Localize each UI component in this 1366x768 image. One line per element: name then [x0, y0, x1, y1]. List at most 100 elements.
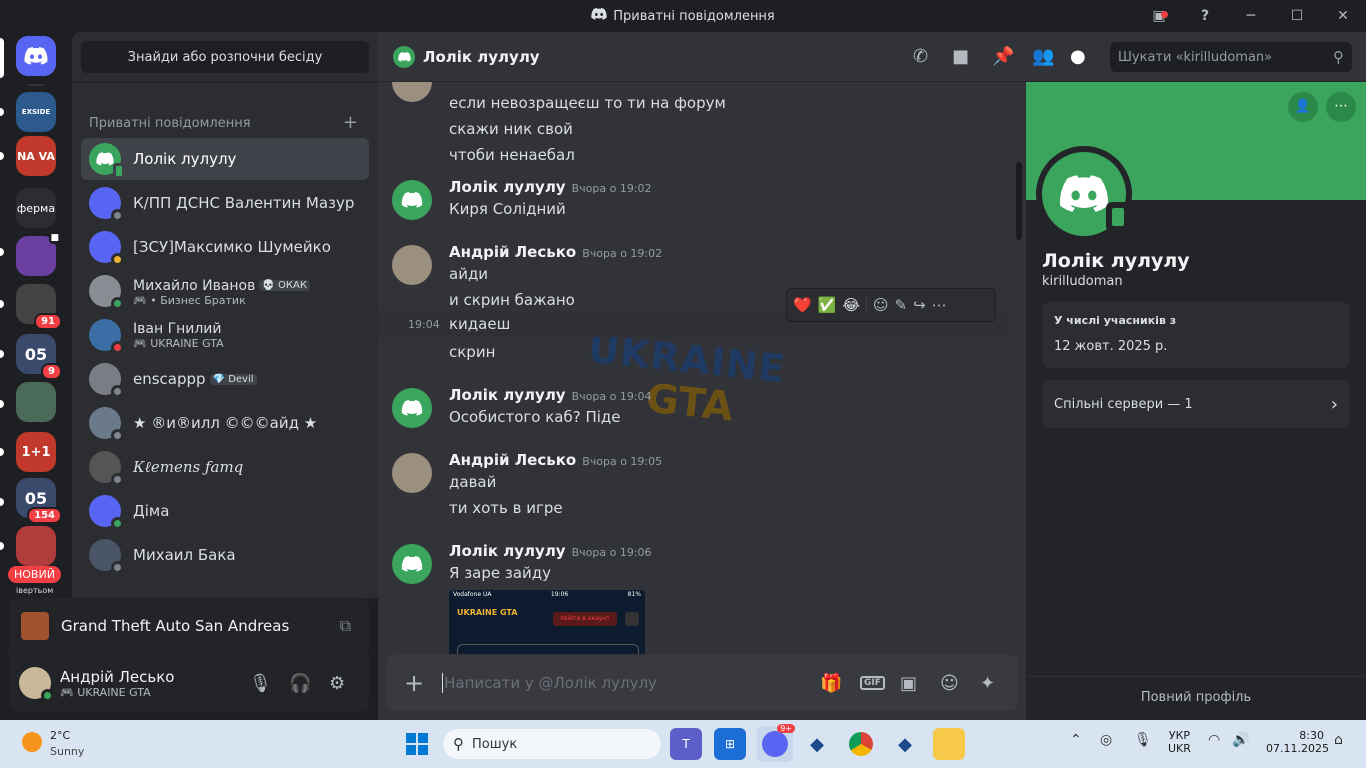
- dm-item[interactable]: enscappp 💎 Devil: [81, 358, 369, 400]
- reaction-heart[interactable]: ❤️: [793, 296, 812, 314]
- inbox-icon[interactable]: ▣: [1136, 8, 1182, 24]
- volume-icon[interactable]: 🔊: [1232, 732, 1249, 748]
- microphone-icon[interactable]: 🎙: [249, 673, 272, 694]
- dm-item[interactable]: ★ ®и®илл ©©©айд ★: [81, 402, 369, 444]
- add-friend-icon[interactable]: 👤: [1288, 92, 1318, 122]
- message-input[interactable]: Написати у @Лолік лулулу: [444, 674, 657, 692]
- search-input[interactable]: Шукати «kirilludoman» ⚲: [1110, 42, 1352, 72]
- settings-gear-icon[interactable]: ⚙: [329, 673, 345, 694]
- dm-name: Кℓemenѕ ƒamq: [133, 457, 244, 476]
- server-car[interactable]: 91: [16, 284, 62, 330]
- author-name[interactable]: Андрій Лесько Вчора о 19:05: [449, 451, 662, 469]
- message-input-bar: + Написати у @Лолік лулулу 🎁 GIF ▣ ☺ ✦: [386, 655, 1018, 711]
- add-dm-icon[interactable]: +: [343, 114, 358, 132]
- dm-item[interactable]: К/ПП ДСНС Валентин Мазур: [81, 182, 369, 224]
- tray-mic-icon[interactable]: 🎙: [1134, 732, 1152, 748]
- author-name[interactable]: Лолік лулулу Вчора о 19:06: [449, 542, 652, 560]
- server-exside[interactable]: EXSIDE: [16, 92, 56, 132]
- server-1plus1[interactable]: 1+1: [16, 432, 56, 472]
- file-explorer-icon[interactable]: [933, 728, 965, 760]
- add-reaction-icon[interactable]: ☺: [873, 296, 889, 314]
- author-avatar[interactable]: [392, 544, 432, 584]
- author-name[interactable]: Лолік лулулу Вчора о 19:02: [449, 178, 652, 196]
- close-button[interactable]: ✕: [1320, 8, 1366, 24]
- weather-desc[interactable]: Sunny: [50, 745, 84, 758]
- gift-icon[interactable]: 🎁: [820, 673, 842, 694]
- reaction-laugh[interactable]: 😂: [842, 296, 860, 314]
- author-avatar[interactable]: [392, 453, 432, 493]
- teams-icon[interactable]: T: [670, 728, 702, 760]
- user-avatar[interactable]: [19, 667, 54, 702]
- server-nava[interactable]: NA VA: [16, 136, 56, 176]
- dm-item[interactable]: Іван Гнилий 🎮 UKRAINE GTA: [81, 314, 369, 356]
- forward-icon[interactable]: ↪: [913, 296, 926, 314]
- dm-item[interactable]: Діма: [81, 490, 369, 532]
- server-anime[interactable]: ■: [16, 232, 60, 276]
- dm-item-lolik[interactable]: Лолік лулулу: [81, 138, 369, 180]
- author-avatar[interactable]: [392, 82, 432, 102]
- emoji-icon[interactable]: ☺: [940, 673, 959, 694]
- attach-plus-icon[interactable]: +: [404, 669, 424, 697]
- tray-chevron-icon[interactable]: ⌃: [1070, 732, 1082, 748]
- stream-icon[interactable]: ⧉: [340, 616, 351, 636]
- wifi-icon[interactable]: ◠: [1208, 732, 1220, 748]
- start-button[interactable]: [401, 728, 433, 760]
- server-ferma[interactable]: ферма: [16, 188, 56, 228]
- dm-item[interactable]: Михаил Бака: [81, 534, 369, 576]
- help-icon[interactable]: ?: [1182, 8, 1228, 24]
- minimize-button[interactable]: ─: [1228, 8, 1274, 24]
- gif-icon[interactable]: GIF: [860, 676, 885, 690]
- chrome-icon[interactable]: [845, 728, 877, 760]
- home-button[interactable]: [16, 36, 56, 76]
- author-avatar[interactable]: [392, 180, 432, 220]
- mutual-servers-button[interactable]: Спільні сервери — 1 ›: [1042, 380, 1350, 428]
- pinned-messages-icon[interactable]: 📌: [992, 46, 1014, 67]
- video-call-icon[interactable]: ■: [952, 46, 969, 67]
- dm-activity: 🎮 • Бизнес Братик: [133, 294, 246, 307]
- taskbar-search[interactable]: ⚲ Пошук: [443, 729, 661, 759]
- voice-call-icon[interactable]: ✆: [913, 46, 928, 67]
- server-bottom-label: івертьом: [16, 586, 54, 595]
- user-profile-toggle-icon[interactable]: ●: [1070, 46, 1086, 67]
- reaction-check[interactable]: ✅: [818, 296, 837, 314]
- avatar: [89, 407, 124, 442]
- server-red[interactable]: [16, 526, 56, 566]
- maximize-button[interactable]: ☐: [1274, 8, 1320, 24]
- server-05[interactable]: 05 9: [16, 334, 62, 380]
- app-icon-ug-2[interactable]: ◆: [889, 728, 921, 760]
- mobile-status-icon: [1106, 202, 1130, 232]
- scrollbar[interactable]: [1016, 162, 1022, 240]
- dm-item[interactable]: Кℓemenѕ ƒamq: [81, 446, 369, 488]
- server-05-voice[interactable]: 05 154: [16, 478, 62, 524]
- apps-icon[interactable]: ✦: [980, 673, 995, 694]
- image-attachment[interactable]: Vodafone UA 19:06 81% UKRAINE GTA Увійти в…: [449, 590, 645, 654]
- avatar: [89, 231, 124, 266]
- more-options-icon[interactable]: ⋯: [1326, 92, 1356, 122]
- server-forest[interactable]: [16, 382, 56, 422]
- author-name[interactable]: Андрій Лесько Вчора о 19:02: [449, 243, 662, 261]
- add-friends-icon[interactable]: 👥: [1032, 46, 1054, 67]
- full-profile-link[interactable]: Повний профіль: [1026, 690, 1366, 705]
- dm-item[interactable]: [ЗСУ]Максимко Шумейко: [81, 226, 369, 268]
- edit-icon[interactable]: ✎: [895, 296, 908, 314]
- message-text: если невозращеєш то ти на форум: [449, 94, 726, 112]
- dm-item[interactable]: Михайло Иванов 💀 ОКАК 🎮 • Бизнес Братик: [81, 270, 369, 312]
- discord-taskbar-icon[interactable]: 9+: [757, 724, 795, 762]
- tray-network-icon[interactable]: ◎: [1100, 732, 1112, 748]
- profile-avatar[interactable]: [1036, 146, 1132, 242]
- weather-temp[interactable]: 2°C: [50, 729, 70, 742]
- author-avatar[interactable]: [392, 245, 432, 285]
- search-icon: ⚲: [453, 735, 464, 753]
- game-activity-panel[interactable]: Grand Theft Auto San Andreas ⧉: [9, 598, 369, 654]
- store-icon[interactable]: ⊞: [714, 728, 746, 760]
- author-avatar[interactable]: [392, 388, 432, 428]
- headphones-icon[interactable]: 🎧: [289, 673, 311, 694]
- clock[interactable]: 8:30 07.11.2025: [1266, 729, 1329, 755]
- more-icon[interactable]: ⋯: [932, 296, 947, 314]
- language-indicator[interactable]: УКР UKR: [1168, 729, 1191, 755]
- author-name[interactable]: Лолік лулулу Вчора о 19:04: [449, 386, 652, 404]
- sticker-icon[interactable]: ▣: [900, 673, 917, 694]
- find-conversation-button[interactable]: Знайди або розпочни бесіду: [81, 41, 369, 73]
- notifications-icon[interactable]: ⌂: [1334, 732, 1343, 748]
- app-icon-ug[interactable]: ◆: [801, 728, 833, 760]
